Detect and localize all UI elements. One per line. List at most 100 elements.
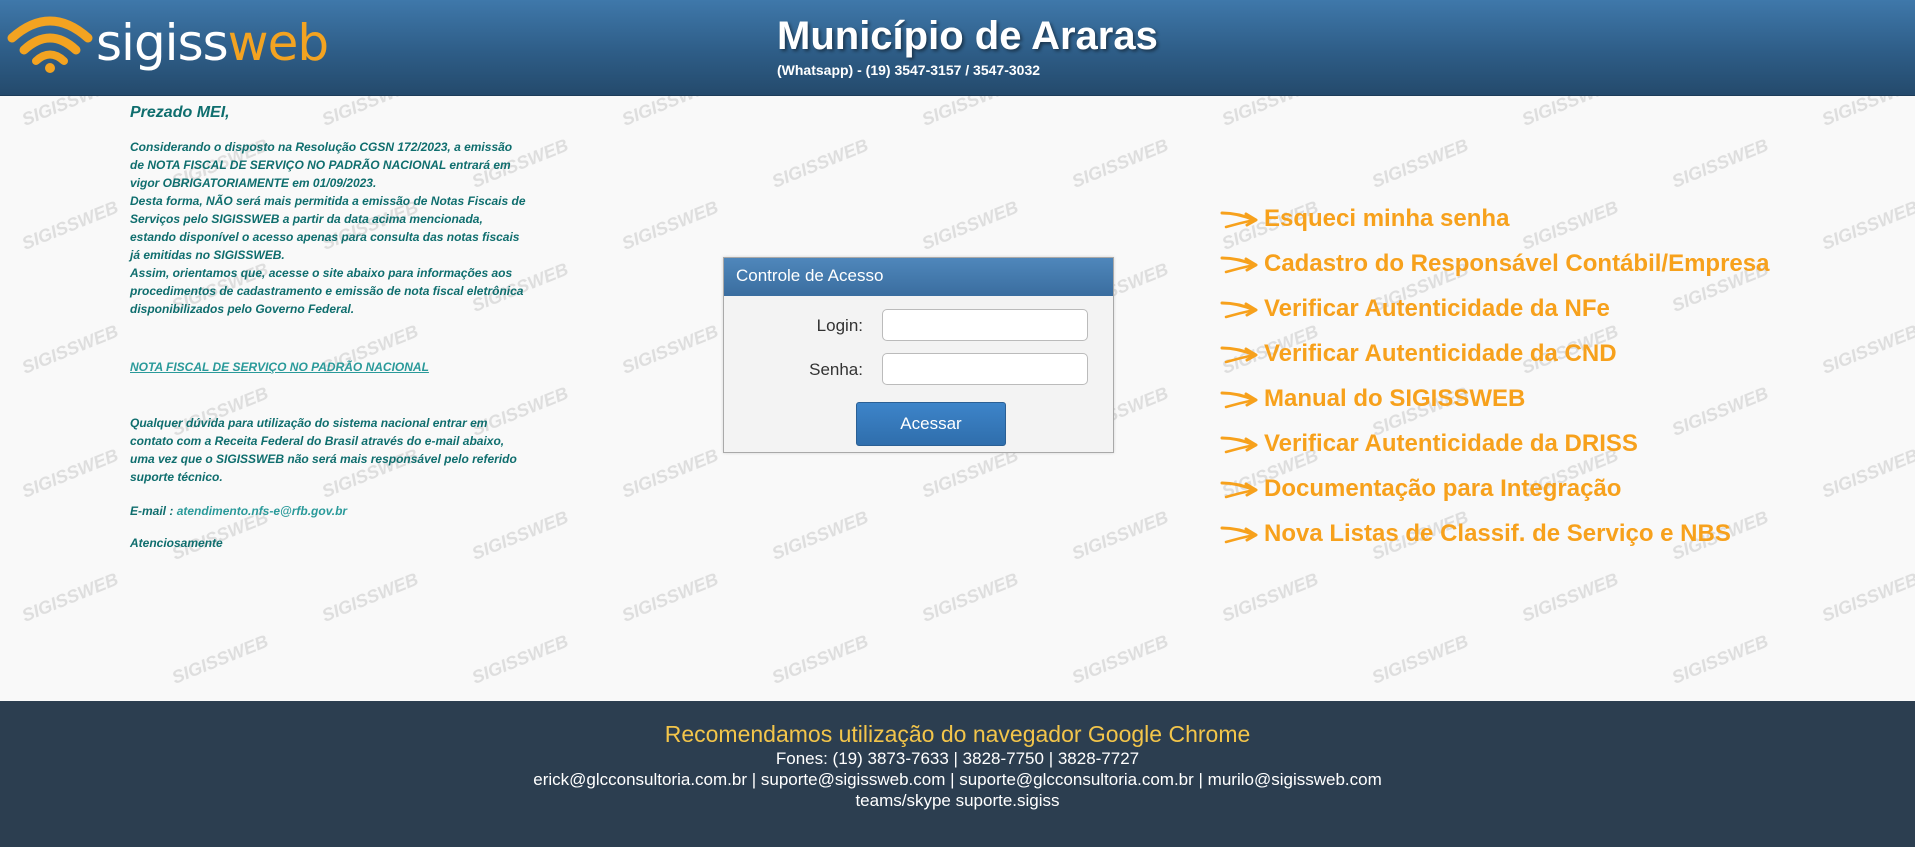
watermark-text: SIGISSWEB <box>1219 96 1321 130</box>
watermark-text: SIGISSWEB <box>769 631 871 688</box>
header-bar: sigissweb Município de Araras (Whatsapp)… <box>0 0 1915 96</box>
notice-line: vigor OBRIGATORIAMENTE em 01/09/2023. <box>130 176 377 190</box>
watermark-text: SIGISSWEB <box>169 631 271 688</box>
quick-link-item[interactable]: Cadastro do Responsável Contábil/Empresa <box>1220 241 1900 286</box>
watermark-text: SIGISSWEB <box>1519 96 1621 130</box>
password-input[interactable] <box>882 353 1088 385</box>
watermark-text: SIGISSWEB <box>1669 631 1771 688</box>
watermark-text: SIGISSWEB <box>919 445 1021 502</box>
notice-email-label: E-mail : <box>130 504 177 518</box>
quick-link-label: Verificar Autenticidade da NFe <box>1264 294 1610 322</box>
quick-link-item[interactable]: Esqueci minha senha <box>1220 196 1900 241</box>
wifi-signal-icon <box>7 16 93 73</box>
watermark-text: SIGISSWEB <box>19 569 121 626</box>
logo-text-white: sigiss <box>96 14 229 72</box>
swoosh-arrow-icon <box>1220 301 1258 318</box>
watermark-text: SIGISSWEB <box>1369 135 1471 192</box>
quick-link-label: Documentação para Integração <box>1264 474 1622 502</box>
quick-link-item[interactable]: Nova Listas de Classif. de Serviço e NBS <box>1220 511 1900 556</box>
password-label: Senha: <box>809 360 863 379</box>
login-input[interactable] <box>882 309 1088 341</box>
notice-line: Considerando o disposto na Resolução CGS… <box>130 140 513 154</box>
watermark-text: SIGISSWEB <box>1219 569 1321 626</box>
password-row: Senha: <box>724 353 1113 385</box>
watermark-text: SIGISSWEB <box>1069 631 1171 688</box>
watermark-text: SIGISSWEB <box>919 197 1021 254</box>
login-panel-title: Controle de Acesso <box>724 258 1113 296</box>
logo-text-orange: web <box>227 14 329 72</box>
watermark-text: SIGISSWEB <box>1819 569 1915 626</box>
logo-wordmark: sigissweb <box>96 14 329 72</box>
notice-paragraph-1: Considerando o disposto na Resolução CGS… <box>130 138 570 318</box>
footer-phones: Fones: (19) 3873-7633 | 3828-7750 | 3828… <box>775 749 1140 768</box>
footer-teams: teams/skype suporte.sigiss <box>855 791 1060 810</box>
nfs-padrao-nacional-link[interactable]: NOTA FISCAL DE SERVIÇO NO PADRÃO NACIONA… <box>130 360 570 374</box>
notice-line: já emitidas no SIGISSWEB. <box>130 248 285 262</box>
watermark-text: SIGISSWEB <box>619 197 721 254</box>
swoosh-arrow-icon <box>1220 436 1258 453</box>
watermark-text: SIGISSWEB <box>19 445 121 502</box>
swoosh-arrow-icon <box>1220 346 1258 363</box>
notice-line: suporte técnico. <box>130 470 223 484</box>
quick-link-item[interactable]: Manual do SIGISSWEB <box>1220 376 1900 421</box>
notice-line: uma vez que o SIGISSWEB não será mais re… <box>130 452 517 466</box>
swoosh-arrow-icon <box>1220 211 1258 228</box>
notice-email: E-mail : atendimento.nfs-e@rfb.gov.br <box>130 504 570 518</box>
watermark-text: SIGISSWEB <box>619 445 721 502</box>
notice-email-value[interactable]: atendimento.nfs-e@rfb.gov.br <box>177 504 347 518</box>
watermark-text: SIGISSWEB <box>1669 135 1771 192</box>
notice-line: Qualquer dúvida para utilização do siste… <box>130 416 488 430</box>
footer-emails: erick@glcconsultoria.com.br | suporte@si… <box>533 770 1382 789</box>
watermark-text: SIGISSWEB <box>1069 507 1171 564</box>
watermark-text: SIGISSWEB <box>1369 631 1471 688</box>
quick-links-list: Esqueci minha senha Cadastro do Responsáv… <box>1220 196 1900 556</box>
notice-line: disponibilizados pelo Governo Federal. <box>130 302 355 316</box>
mei-notice: Prezado MEI, Considerando o disposto na … <box>130 104 570 550</box>
quick-link-label: Nova Listas de Classif. de Serviço e NBS <box>1264 519 1731 547</box>
swoosh-arrow-icon <box>1220 481 1258 498</box>
footer: Recomendamos utilização do navegador Goo… <box>0 701 1915 847</box>
login-row: Login: <box>724 309 1113 341</box>
quick-link-label: Cadastro do Responsável Contábil/Empresa <box>1264 249 1770 277</box>
browser-recommendation: Recomendamos utilização do navegador Goo… <box>664 721 1251 747</box>
swoosh-arrow-icon <box>1220 526 1258 543</box>
watermark-text: SIGISSWEB <box>769 507 871 564</box>
watermark-text: SIGISSWEB <box>619 321 721 378</box>
notice-line: de NOTA FISCAL DE SERVIÇO NO PADRÃO NACI… <box>130 158 511 172</box>
login-panel: Controle de Acesso Login: Senha: Acessar <box>723 257 1114 453</box>
watermark-text: SIGISSWEB <box>1819 96 1915 130</box>
quick-link-item[interactable]: Verificar Autenticidade da DRISS <box>1220 421 1900 466</box>
watermark-text: SIGISSWEB <box>919 569 1021 626</box>
municipality-title: Município de Araras <box>777 14 1158 58</box>
watermark-text: SIGISSWEB <box>619 96 721 130</box>
quick-link-label: Esqueci minha senha <box>1264 204 1510 232</box>
quick-link-item[interactable]: Verificar Autenticidade da NFe <box>1220 286 1900 331</box>
quick-link-label: Manual do SIGISSWEB <box>1264 384 1526 412</box>
municipality-phone: (Whatsapp) - (19) 3547-3157 / 3547-3032 <box>777 62 1041 78</box>
notice-line: procedimentos de cadastramento e emissão… <box>130 284 524 298</box>
watermark-text: SIGISSWEB <box>19 197 121 254</box>
watermark-text: SIGISSWEB <box>319 569 421 626</box>
notice-line: Assim, orientamos que, acesse o site aba… <box>130 266 513 280</box>
notice-line: Desta forma, NÃO será mais permitida a e… <box>130 194 526 208</box>
watermark-text: SIGISSWEB <box>1519 569 1621 626</box>
watermark-text: SIGISSWEB <box>19 96 121 130</box>
notice-paragraph-2: Qualquer dúvida para utilização do siste… <box>130 414 570 486</box>
sigissweb-logo[interactable]: sigissweb <box>6 8 329 74</box>
quick-link-item[interactable]: Verificar Autenticidade da CND <box>1220 331 1900 376</box>
swoosh-arrow-icon <box>1220 391 1258 408</box>
quick-link-label: Verificar Autenticidade da DRISS <box>1264 429 1638 457</box>
notice-signoff: Atenciosamente <box>130 536 223 550</box>
quick-link-item[interactable]: Documentação para Integração <box>1220 466 1900 511</box>
notice-greeting: Prezado MEI, <box>130 104 230 121</box>
swoosh-arrow-icon <box>1220 256 1258 273</box>
watermark-text: SIGISSWEB <box>469 631 571 688</box>
watermark-text: SIGISSWEB <box>769 135 871 192</box>
watermark-text: SIGISSWEB <box>1069 135 1171 192</box>
watermark-text: SIGISSWEB <box>919 96 1021 130</box>
watermark-text: SIGISSWEB <box>619 569 721 626</box>
acessar-button[interactable]: Acessar <box>856 402 1006 446</box>
watermark-text: SIGISSWEB <box>19 321 121 378</box>
notice-line: contato com a Receita Federal do Brasil … <box>130 434 505 448</box>
quick-link-label: Verificar Autenticidade da CND <box>1264 339 1617 367</box>
